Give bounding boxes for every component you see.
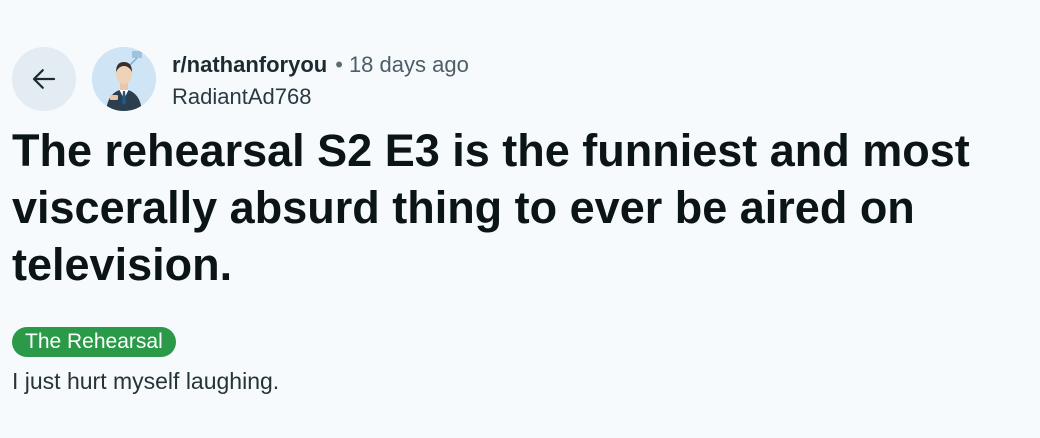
post-meta: r/nathanforyou • 18 days ago <box>172 52 469 78</box>
author-link[interactable]: RadiantAd768 <box>172 84 311 110</box>
subreddit-avatar[interactable] <box>92 47 156 111</box>
post-page: r/nathanforyou • 18 days ago RadiantAd76… <box>0 0 1040 438</box>
back-button[interactable] <box>12 47 76 111</box>
arrow-left-icon <box>32 69 56 89</box>
post-age: 18 days ago <box>348 52 469 77</box>
meta-separator: • <box>335 52 343 77</box>
post-title: The rehearsal S2 E3 is the funniest and … <box>12 125 970 290</box>
post-body: I just hurt myself laughing. <box>12 368 280 394</box>
subreddit-link[interactable]: r/nathanforyou <box>172 52 327 78</box>
post-flair[interactable]: The Rehearsal <box>12 327 176 357</box>
subreddit-avatar-image <box>92 47 156 111</box>
